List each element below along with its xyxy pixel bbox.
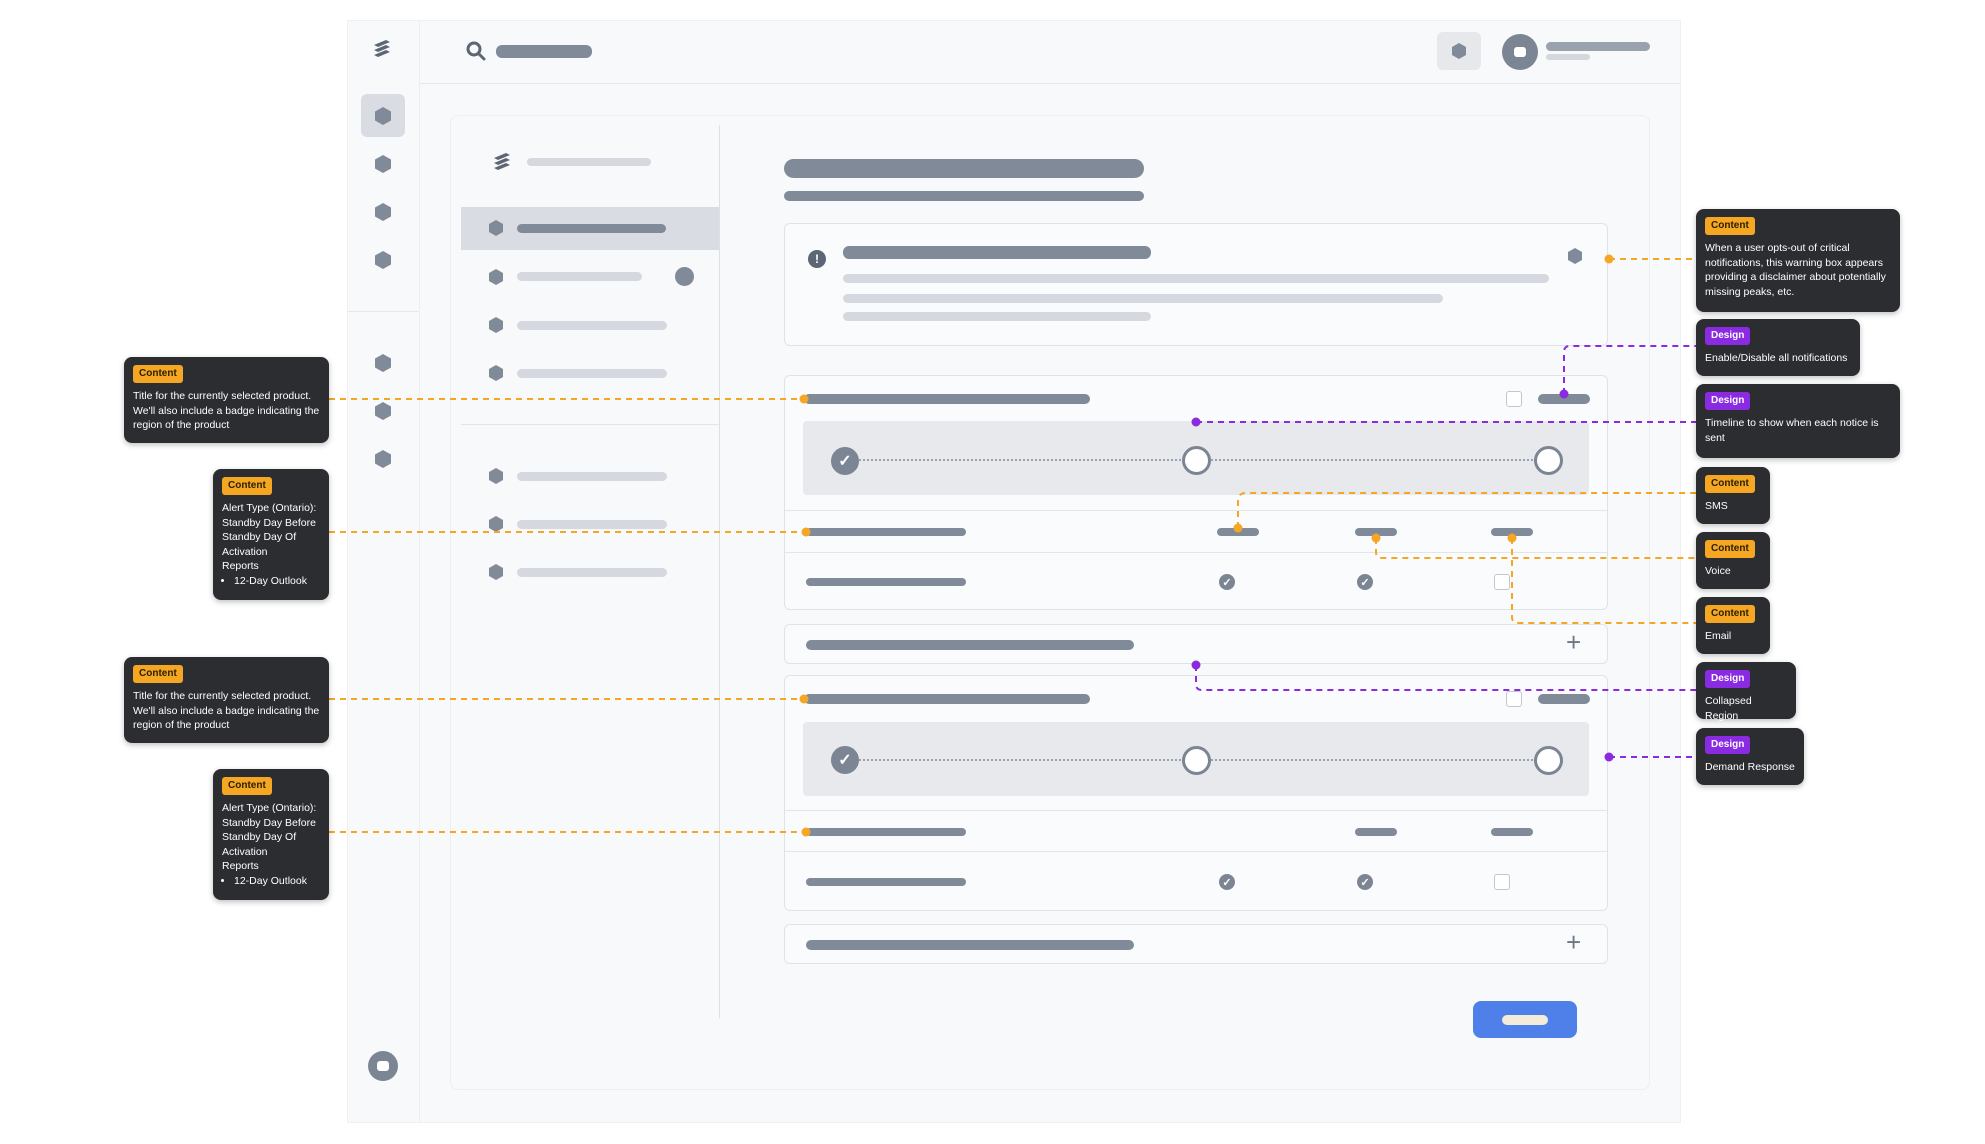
connector-right-voice (1375, 538, 1696, 559)
annotation-right-demand: Design Demand Response (1696, 728, 1804, 785)
annotation-right-sms: Content SMS (1696, 467, 1770, 524)
connector-right-email (1511, 538, 1696, 624)
annotation-right-warning: Content When a user opts-out of critical… (1696, 209, 1900, 312)
connector-right-sms (1237, 492, 1696, 528)
annotation-right-email: Content Email (1696, 597, 1770, 654)
annotation-right-collapsed: Design Collapsed Region (1696, 662, 1796, 722)
annotation-left-alert-1: Content Alert Type (Ontario): Standby Da… (213, 469, 329, 600)
annotation-right-timeline: Design Timeline to show when each notice… (1696, 384, 1900, 458)
annotation-right-enable: Design Enable/Disable all notifications (1696, 319, 1860, 376)
connector-right-collapsed (1195, 665, 1696, 691)
annotation-left-alert-2: Content Alert Type (Ontario): Standby Da… (213, 769, 329, 900)
annotation-right-voice: Content Voice (1696, 532, 1770, 589)
annotation-left-title-1: Content Title for the currently selected… (124, 357, 329, 443)
annotation-left-title-2: Content Title for the currently selected… (124, 657, 329, 743)
connector-right-enable (1563, 345, 1696, 394)
